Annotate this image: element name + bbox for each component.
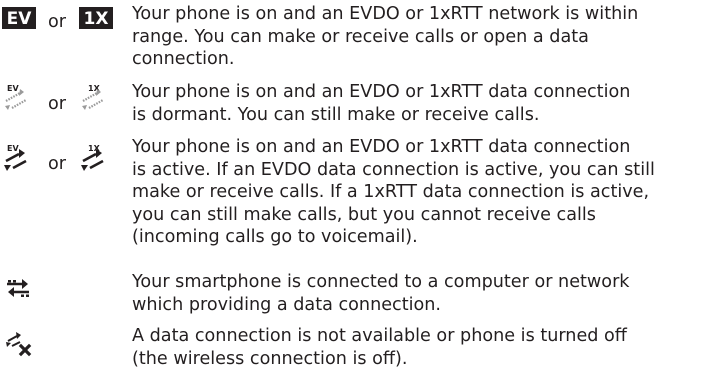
or-label: or	[48, 94, 66, 114]
legend-row-data-dormant: EV or 1X Your phone is on and an EVDO or…	[0, 81, 713, 129]
legend-icons: EV or 1X	[0, 3, 125, 75]
svg-text:EV: EV	[7, 9, 33, 29]
legend-row-data-active: EV or 1X Your phone is on and an EVDO or…	[0, 136, 713, 252]
or-label: or	[48, 154, 66, 174]
legend-description: Your smartphone is connected to a comput…	[132, 272, 630, 315]
legend-description: A data connection is not available or ph…	[132, 326, 627, 369]
legend-icons: EV or 1X	[0, 81, 125, 129]
legend-row-smartphone-connected: Your smartphone is connected to a comput…	[0, 271, 713, 319]
legend-icons: EV or 1X	[0, 136, 125, 252]
legend-description: Your phone is on and an EVDO or 1xRTT da…	[132, 82, 631, 125]
legend-row-data-unavailable: A data connection is not available or ph…	[0, 325, 713, 375]
legend-description: Your phone is on and an EVDO or 1xRTT da…	[132, 137, 655, 247]
ev-active-data-icon: EV	[4, 144, 27, 171]
svg-text:EV: EV	[7, 144, 19, 153]
1x-dormant-data-icon: 1X	[82, 84, 104, 110]
legend-row-network-in-range: EV or 1X Your phone is on and an EVDO or…	[0, 3, 713, 75]
ev-network-icon: EV	[2, 7, 36, 29]
or-label: or	[48, 12, 66, 32]
svg-text:1X: 1X	[84, 9, 109, 29]
ev-dormant-data-icon: EV	[5, 84, 27, 110]
data-unavailable-icon	[6, 332, 32, 357]
smartphone-connected-icon	[7, 279, 29, 297]
legend-description: Your phone is on and an EVDO or 1xRTT ne…	[132, 4, 639, 69]
1x-network-icon: 1X	[79, 7, 113, 29]
legend-icons	[0, 271, 125, 319]
legend-icons	[0, 325, 125, 375]
svg-text:EV: EV	[7, 84, 19, 93]
1x-active-data-icon: 1X	[81, 144, 104, 171]
